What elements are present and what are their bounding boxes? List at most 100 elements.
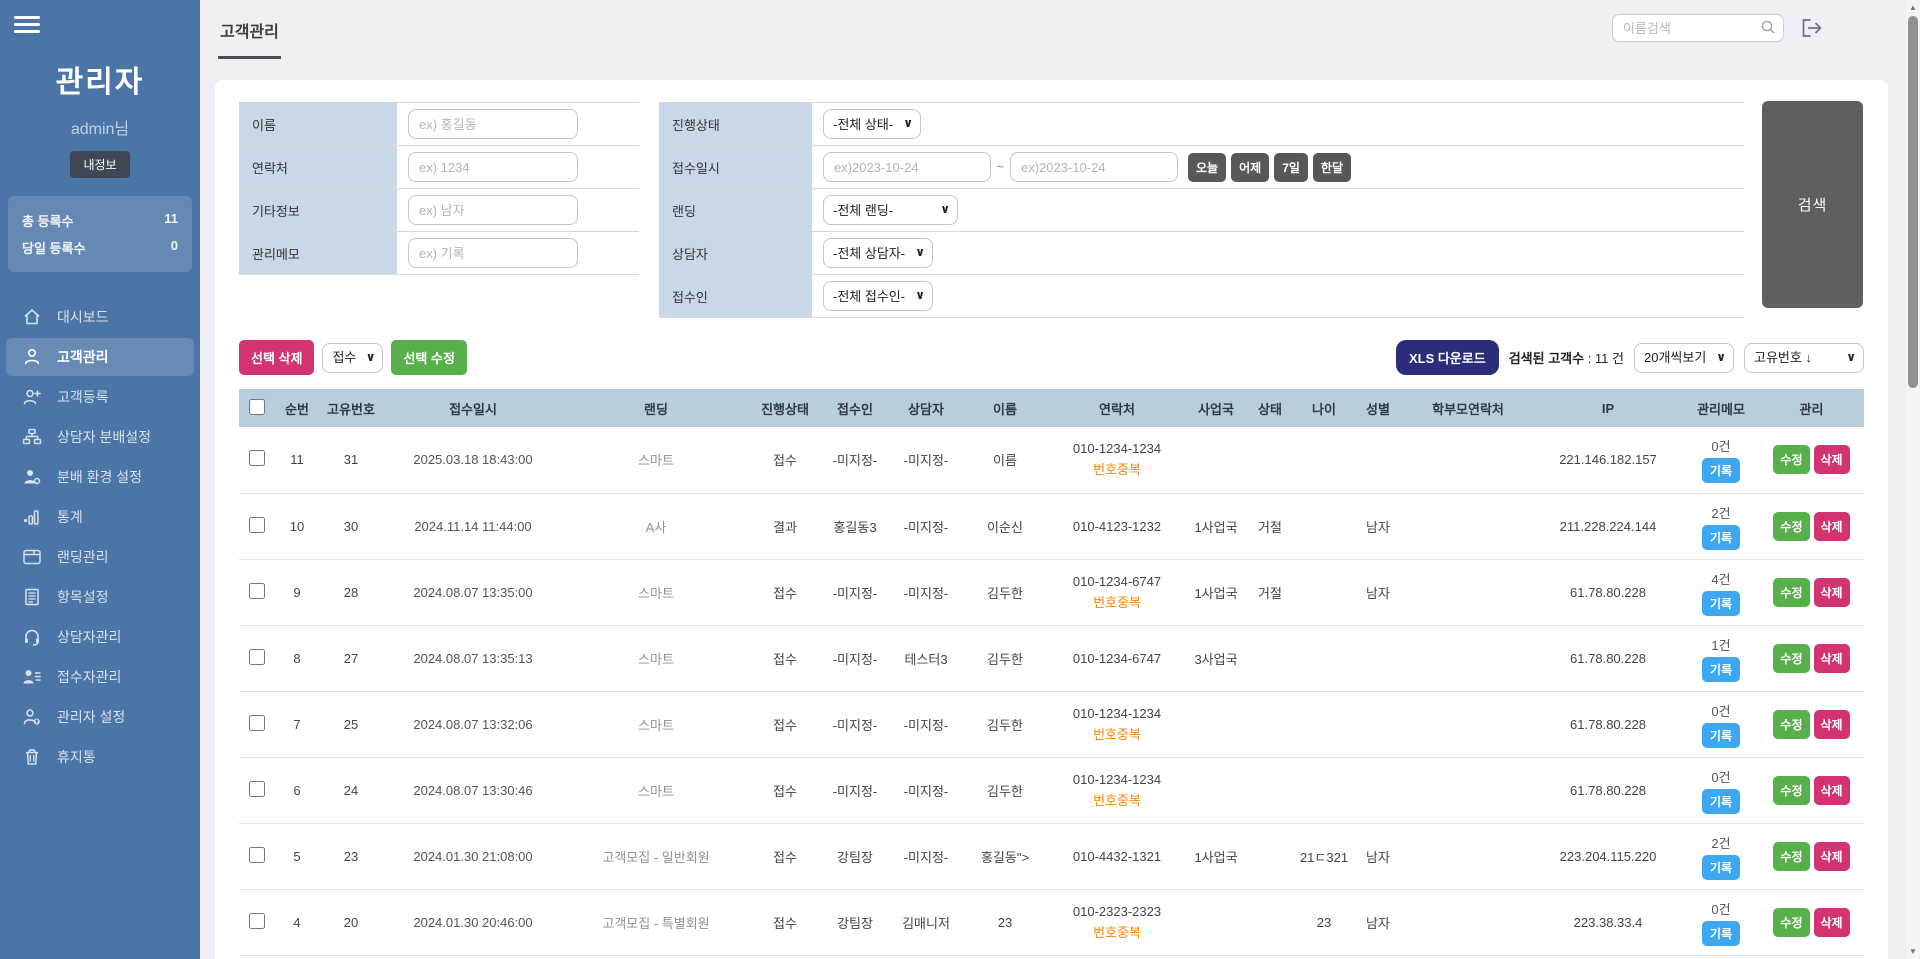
sidebar-item-10[interactable]: 관리자 설정 [6, 698, 194, 736]
cell-age [1295, 493, 1353, 559]
edit-button[interactable]: 수정 [1773, 445, 1809, 474]
cell-name: 김두한 [963, 757, 1047, 823]
record-button[interactable]: 기록 [1702, 591, 1740, 616]
search-button[interactable]: 검색 [1762, 101, 1863, 308]
cell-parent-phone [1403, 757, 1533, 823]
row-checkbox[interactable] [249, 913, 265, 929]
cell-memo: 2건기록 [1683, 493, 1759, 559]
edit-button[interactable]: 수정 [1773, 512, 1809, 541]
edit-selected-button[interactable]: 선택 수정 [391, 340, 466, 375]
edit-button[interactable]: 수정 [1773, 710, 1809, 739]
sidebar-item-4[interactable]: 분배 환경 설정 [6, 458, 194, 496]
date-quick-button-2[interactable]: 7일 [1274, 153, 1308, 182]
record-button[interactable]: 기록 [1702, 458, 1740, 483]
record-button[interactable]: 기록 [1702, 921, 1740, 946]
sidebar-item-9[interactable]: 접수자관리 [6, 658, 194, 696]
date-from-input[interactable] [823, 152, 991, 182]
header-checkbox-cell [239, 389, 275, 427]
search-icon[interactable] [1760, 19, 1776, 40]
cell-phone: 010-4432-1321 [1047, 823, 1187, 889]
filter-input-1[interactable] [408, 152, 578, 182]
sidebar-menu: 대시보드 고객관리 고객등록 상담자 분배설정 분배 환경 설정 통계 랜딩관리… [0, 298, 200, 776]
select-all-checkbox[interactable] [249, 399, 265, 415]
edit-button[interactable]: 수정 [1773, 644, 1809, 673]
bulk-status-select[interactable]: 접수 [322, 343, 383, 373]
delete-button[interactable]: 삭제 [1814, 512, 1850, 541]
row-checkbox[interactable] [249, 847, 265, 863]
delete-button[interactable]: 삭제 [1814, 842, 1850, 871]
edit-button[interactable]: 수정 [1773, 908, 1809, 937]
date-quick-button-1[interactable]: 어제 [1231, 153, 1269, 182]
delete-button[interactable]: 삭제 [1814, 710, 1850, 739]
receiver-select[interactable]: -전체 접수인- [823, 281, 933, 311]
record-button[interactable]: 기록 [1702, 723, 1740, 748]
delete-selected-button[interactable]: 선택 삭제 [239, 340, 314, 375]
cell-biz: 1사업국 [1187, 559, 1245, 625]
xls-download-button[interactable]: XLS 다운로드 [1396, 340, 1499, 375]
record-button[interactable]: 기록 [1702, 657, 1740, 682]
delete-button[interactable]: 삭제 [1814, 908, 1850, 937]
cell-uid: 28 [319, 559, 383, 625]
stat-value: 11 [164, 211, 178, 230]
my-info-button[interactable]: 내정보 [70, 151, 129, 178]
sidebar-item-5[interactable]: 통계 [6, 498, 194, 536]
row-checkbox[interactable] [249, 517, 265, 533]
record-button[interactable]: 기록 [1702, 855, 1740, 880]
scroll-up-icon[interactable]: ▲ [1906, 3, 1920, 12]
delete-button[interactable]: 삭제 [1814, 578, 1850, 607]
row-checkbox[interactable] [249, 649, 265, 665]
delete-button[interactable]: 삭제 [1814, 644, 1850, 673]
edit-button[interactable]: 수정 [1773, 578, 1809, 607]
counselor-select[interactable]: -전체 상담자- [823, 238, 933, 268]
date-quick-button-0[interactable]: 오늘 [1188, 153, 1226, 182]
filter-table-left: 이름 연락처 기타정보 관리메모 [239, 102, 639, 275]
cell-ip: 61.78.80.228 [1533, 625, 1683, 691]
vertical-scrollbar[interactable]: ▲ ▼ [1906, 0, 1920, 959]
sidebar-item-3[interactable]: 상담자 분배설정 [6, 418, 194, 456]
date-to-input[interactable] [1010, 152, 1178, 182]
row-checkbox[interactable] [249, 715, 265, 731]
filter-input-2[interactable] [408, 195, 578, 225]
record-button[interactable]: 기록 [1702, 789, 1740, 814]
top-bar: 고객관리 [200, 0, 1920, 58]
landing-select[interactable]: -전체 랜딩- [823, 195, 958, 225]
logout-icon[interactable] [1800, 17, 1824, 39]
filter-input-3[interactable] [408, 238, 578, 268]
edit-button[interactable]: 수정 [1773, 842, 1809, 871]
sidebar-item-2[interactable]: 고객등록 [6, 378, 194, 416]
delete-button[interactable]: 삭제 [1814, 445, 1850, 474]
row-checkbox[interactable] [249, 583, 265, 599]
record-button[interactable]: 기록 [1702, 525, 1740, 550]
sidebar-item-11[interactable]: 휴지통 [6, 738, 194, 776]
sidebar-item-1[interactable]: 고객관리 [6, 338, 194, 376]
customer-table: 순번고유번호접수일시랜딩진행상태접수인상담자이름연락처사업국상태나이성별학부모연… [239, 389, 1864, 956]
delete-button[interactable]: 삭제 [1814, 776, 1850, 805]
progress-status-select[interactable]: -전체 상태- [823, 109, 921, 139]
sidebar-item-7[interactable]: 항목설정 [6, 578, 194, 616]
table-row: 7 25 2024.08.07 13:32:06 스마트 접수 -미지정- -미… [239, 691, 1864, 757]
cell-age [1295, 559, 1353, 625]
filter-input-0[interactable] [408, 109, 578, 139]
row-checkbox[interactable] [249, 450, 265, 466]
edit-button[interactable]: 수정 [1773, 776, 1809, 805]
page-size-select[interactable]: 20개씩보기 [1634, 343, 1734, 373]
sidebar-item-6[interactable]: 랜딩관리 [6, 538, 194, 576]
cell-date: 2025.03.18 18:43:00 [383, 427, 563, 493]
sidebar-item-label: 항목설정 [57, 587, 109, 607]
row-checkbox[interactable] [249, 781, 265, 797]
sidebar-item-8[interactable]: 상담자관리 [6, 618, 194, 656]
scroll-down-icon[interactable]: ▼ [1906, 947, 1920, 956]
sidebar-item-label: 고객관리 [57, 347, 109, 367]
stat-value: 0 [171, 238, 178, 257]
scrollbar-thumb[interactable] [1908, 16, 1918, 388]
table-row: 11 31 2025.03.18 18:43:00 스마트 접수 -미지정- -… [239, 427, 1864, 493]
sort-select[interactable]: 고유번호 ↓ [1744, 343, 1864, 373]
table-row: 10 30 2024.11.14 11:44:00 A사 결과 홍길동3 -미지… [239, 493, 1864, 559]
cell-age: 21ㄷ321 [1295, 823, 1353, 889]
hamburger-menu-icon[interactable] [14, 16, 40, 33]
cell-gender [1353, 691, 1403, 757]
name-search-input[interactable] [1612, 14, 1784, 42]
cell-parent-phone [1403, 823, 1533, 889]
date-quick-button-3[interactable]: 한달 [1313, 153, 1351, 182]
sidebar-item-0[interactable]: 대시보드 [6, 298, 194, 336]
